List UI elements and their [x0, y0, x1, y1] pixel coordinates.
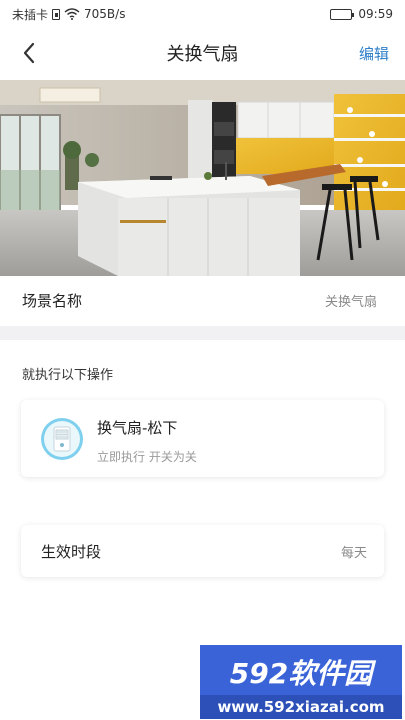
scene-name-value: 关换气扇: [324, 294, 377, 310]
effective-period-row[interactable]: 生效时段 每天: [21, 525, 384, 577]
clock: 09:59: [358, 7, 393, 21]
watermark-graphic: 592软件园 www.592xiazai.com: [200, 645, 402, 719]
effective-period-label: 生效时段: [41, 542, 102, 561]
carrier-text: 未插卡: [12, 7, 49, 22]
device-action-description: 立即执行 开关为关: [97, 450, 197, 464]
status-right: 09:59: [330, 7, 393, 21]
effective-period-value: 每天: [340, 545, 367, 561]
scene-name-row[interactable]: 场景名称 关换气扇: [0, 276, 405, 324]
edit-button[interactable]: 编辑: [359, 43, 389, 64]
chevron-left-icon[interactable]: [18, 41, 42, 65]
status-left: 未插卡 705B/s: [12, 6, 125, 23]
actions-section-title: 就执行以下操作: [22, 368, 114, 383]
device-name: 换气扇-松下: [97, 419, 178, 437]
network-speed: 705B/s: [84, 7, 126, 21]
device-avatar: [41, 418, 83, 460]
sim-icon: [52, 8, 61, 20]
wifi-icon: [64, 8, 80, 20]
kitchen-photo: [0, 80, 405, 276]
device-avatar-inner: [44, 421, 80, 457]
scene-cover-image: [0, 80, 405, 276]
nav-bar: 关换气扇 编辑: [0, 28, 405, 78]
watermark-brand: 592软件园: [230, 657, 376, 690]
ventilation-fan-icon: [53, 426, 71, 452]
site-watermark: 592软件园 www.592xiazai.com: [200, 645, 402, 719]
section-divider: [0, 326, 405, 340]
action-card[interactable]: 换气扇-松下 立即执行 开关为关: [21, 400, 384, 477]
page-title: 关换气扇: [166, 44, 239, 65]
status-bar: 未插卡 705B/s 09:59: [0, 0, 405, 28]
battery-icon: [330, 8, 355, 20]
watermark-url: www.592xiazai.com: [217, 698, 384, 716]
scene-name-label: 场景名称: [22, 291, 83, 310]
